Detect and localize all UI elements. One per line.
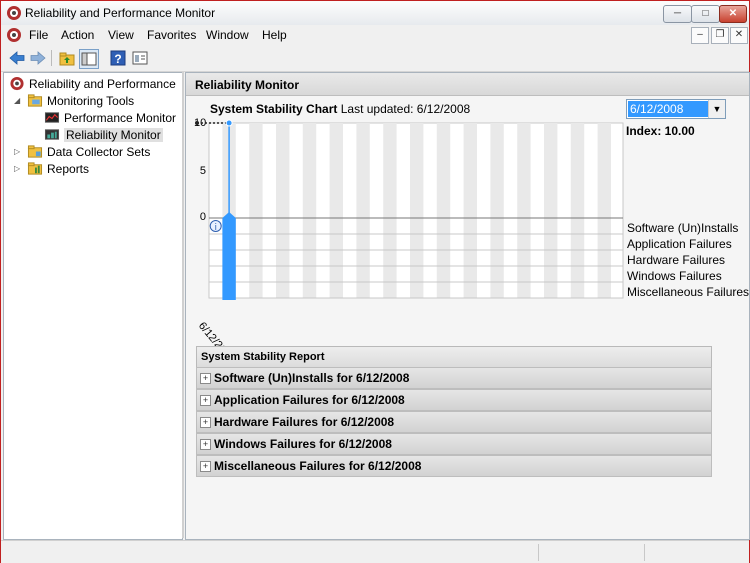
chart-stripe — [249, 123, 263, 298]
tree-label-data-collector-sets: Data Collector Sets — [47, 145, 151, 159]
report-header: System Stability Report — [196, 346, 712, 368]
forward-arrow-icon[interactable] — [29, 49, 47, 67]
toolbar: ? — [1, 45, 749, 72]
row-label-miscellaneous-failures: Miscellaneous Failures — [627, 285, 750, 299]
expand-icon[interactable]: + — [200, 461, 211, 472]
tree-label-performance-monitor: Performance Monitor — [64, 111, 177, 125]
info-glyph: i — [214, 223, 217, 233]
window-title: Reliability and Performance Monitor — [25, 6, 216, 20]
menu-bar: File Action View Favorites Window Help — [1, 25, 749, 45]
maximize-button[interactable]: □ — [691, 5, 720, 23]
report-row-label: Hardware Failures for 6/12/2008 — [214, 415, 395, 429]
tree-label-root: Reliability and Performance — [29, 77, 176, 91]
row-label-software-installs: Software (Un)Installs — [627, 221, 739, 235]
help-icon[interactable]: ? — [109, 49, 127, 67]
app-menu-icon[interactable] — [6, 27, 22, 43]
expand-icon[interactable]: ▷ — [14, 164, 22, 174]
chart-stripe — [517, 123, 531, 298]
chart-stripe — [463, 123, 477, 298]
chart-stripe — [544, 123, 558, 298]
index-start-point — [195, 121, 199, 125]
expand-icon[interactable]: ▷ — [14, 147, 22, 157]
back-arrow-icon[interactable] — [8, 49, 26, 67]
report-title: System Stability Report — [201, 351, 325, 363]
report-row-miscellaneous-failures[interactable]: + Miscellaneous Failures for 6/12/2008 — [196, 455, 712, 477]
pane-splitter[interactable] — [182, 72, 184, 538]
chart-stripe — [329, 123, 343, 298]
expand-icon[interactable]: + — [200, 417, 211, 428]
report-row-software-installs[interactable]: + Software (Un)Installs for 6/12/2008 — [196, 367, 712, 389]
menu-favorites[interactable]: Favorites — [147, 28, 196, 42]
chart-stripe — [436, 123, 451, 298]
menu-action[interactable]: Action — [61, 28, 94, 42]
close-button[interactable]: ✕ — [719, 5, 747, 23]
tree-label-reports: Reports — [47, 162, 90, 176]
reports-folder-icon — [27, 162, 43, 175]
row-label-application-failures: Application Failures — [627, 237, 732, 251]
show-hide-tree-icon[interactable] — [79, 49, 99, 69]
menu-view[interactable]: View — [108, 28, 134, 42]
report-row-label: Miscellaneous Failures for 6/12/2008 — [214, 459, 422, 473]
index-point — [225, 119, 233, 127]
collapse-icon[interactable]: ◢ — [14, 96, 22, 106]
tree-label-reliability-monitor: Reliability Monitor — [64, 128, 163, 142]
row-label-windows-failures: Windows Failures — [627, 269, 722, 283]
reliability-app-icon — [10, 76, 24, 91]
chart-stripe — [570, 123, 585, 298]
navigation-tree: Reliability and Performance ◢ Monitoring… — [3, 72, 183, 540]
status-segment — [644, 544, 645, 561]
report-row-label: Software (Un)Installs for 6/12/2008 — [214, 371, 410, 385]
report-row-application-failures[interactable]: + Application Failures for 6/12/2008 — [196, 389, 712, 411]
chart-stripe — [410, 123, 424, 298]
svg-text:?: ? — [114, 52, 121, 66]
expand-icon[interactable]: + — [200, 439, 211, 450]
menu-file[interactable]: File — [29, 28, 48, 42]
tree-label-monitoring-tools: Monitoring Tools — [47, 94, 135, 108]
toolbar-separator — [51, 50, 52, 66]
app-window: Reliability and Performance Monitor ─ □ … — [0, 0, 750, 563]
chart-stripe — [597, 123, 611, 298]
properties-icon[interactable] — [131, 49, 149, 67]
status-bar — [1, 540, 749, 563]
content-pane: Reliability Monitor System Stability Cha… — [185, 72, 750, 540]
data-collector-folder-icon — [27, 145, 43, 158]
expand-icon[interactable]: + — [200, 373, 211, 384]
mdi-minimize-button[interactable]: – — [691, 27, 709, 44]
app-icon — [7, 6, 21, 20]
report-row-label: Application Failures for 6/12/2008 — [214, 393, 405, 407]
menu-help[interactable]: Help — [262, 28, 287, 42]
chart-stripe — [302, 123, 317, 298]
title-bar: Reliability and Performance Monitor ─ □ … — [1, 1, 749, 26]
row-label-hardware-failures: Hardware Failures — [627, 253, 726, 267]
status-segment — [538, 544, 539, 561]
report-row-hardware-failures[interactable]: + Hardware Failures for 6/12/2008 — [196, 411, 712, 433]
menu-window[interactable]: Window — [206, 28, 249, 42]
report-row-label: Windows Failures for 6/12/2008 — [214, 437, 392, 451]
chart-stripe — [276, 123, 290, 298]
chart-background — [208, 122, 624, 299]
report-row-windows-failures[interactable]: + Windows Failures for 6/12/2008 — [196, 433, 712, 455]
performance-chart-icon — [44, 112, 60, 123]
up-folder-icon[interactable] — [58, 49, 76, 67]
expand-icon[interactable]: + — [200, 395, 211, 406]
reliability-chart-icon — [44, 129, 60, 140]
folder-icon — [27, 94, 43, 107]
selected-day-column — [222, 218, 236, 300]
chart-stripe — [383, 123, 397, 298]
mdi-close-button[interactable]: ✕ — [730, 27, 748, 44]
mdi-restore-button[interactable]: ❐ — [711, 27, 729, 44]
minimize-button[interactable]: ─ — [663, 5, 692, 23]
chart-stripe — [356, 123, 370, 298]
chart-stripe — [490, 123, 504, 298]
